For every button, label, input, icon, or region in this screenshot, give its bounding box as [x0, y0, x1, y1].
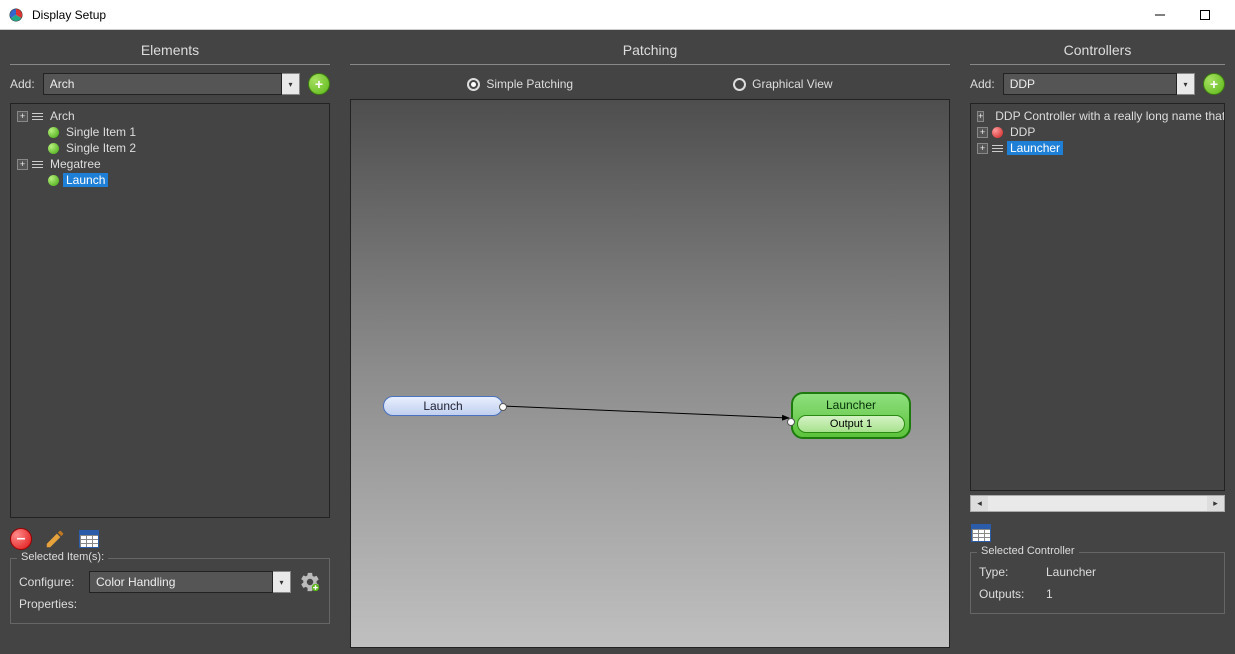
tree-expander-none [33, 143, 44, 154]
elements-panel: Elements Add: ▾ + + Arch Single Item 1 Sing… [0, 30, 340, 654]
lines-icon [32, 159, 43, 170]
tree-item[interactable]: Launch [15, 172, 325, 188]
patching-panel: Patching Simple Patching Graphical View … [340, 30, 960, 654]
tree-item-label: Launcher [1007, 141, 1063, 155]
configure-dropdown-arrow[interactable]: ▾ [273, 571, 291, 593]
configure-label: Configure: [19, 575, 81, 589]
patching-canvas[interactable]: Launch Launcher Output 1 [350, 99, 950, 648]
controllers-add-dropdown-arrow[interactable]: ▾ [1177, 73, 1195, 95]
lines-icon [32, 111, 43, 122]
patch-edge [351, 100, 949, 647]
tree-item[interactable]: Single Item 2 [15, 140, 325, 156]
input-port[interactable] [787, 418, 795, 426]
controllers-add-combo[interactable]: ▾ [1003, 73, 1195, 95]
elements-add-input[interactable] [43, 73, 282, 95]
configure-input[interactable] [89, 571, 273, 593]
controller-type-label: Type: [979, 565, 1034, 579]
tree-expander-none [33, 127, 44, 138]
red-bullet-icon [992, 127, 1003, 138]
green-bullet-icon [48, 143, 59, 154]
lines-icon [992, 143, 1003, 154]
green-bullet-icon [48, 175, 59, 186]
controllers-add-button[interactable]: + [1203, 73, 1225, 95]
node-launch[interactable]: Launch [383, 396, 503, 416]
controllers-tree[interactable]: + DDP Controller with a really long name … [970, 103, 1225, 491]
tree-item-label: Arch [47, 109, 78, 123]
controllers-add-label: Add: [970, 77, 995, 91]
tree-item[interactable]: Single Item 1 [15, 124, 325, 140]
controllers-panel: Controllers Add: ▾ + + DDP Controller wit… [960, 30, 1235, 654]
tree-item[interactable]: + Launcher [975, 140, 1220, 156]
radio-dot-icon [467, 78, 480, 91]
configure-gear-button[interactable] [299, 571, 321, 593]
rename-element-button[interactable] [44, 528, 66, 550]
elements-add-label: Add: [10, 77, 35, 91]
scroll-left-button[interactable]: ◂ [971, 496, 988, 511]
node-launcher-output[interactable]: Output 1 [797, 415, 905, 433]
title-bar: Display Setup [0, 0, 1235, 30]
elements-title: Elements [10, 36, 330, 65]
selected-controller-group: Selected Controller Type: Launcher Outpu… [970, 552, 1225, 614]
controllers-add-input[interactable] [1003, 73, 1177, 95]
controller-properties-grid-button[interactable] [970, 522, 992, 544]
controllers-title: Controllers [970, 36, 1225, 65]
selected-items-group: Selected Item(s): Configure: ▾ Propertie… [10, 558, 330, 624]
green-bullet-icon [48, 127, 59, 138]
tree-item-label: Single Item 2 [63, 141, 139, 155]
selected-items-group-title: Selected Item(s): [17, 551, 108, 563]
tree-item-label: DDP [1007, 125, 1038, 139]
grid-icon [79, 530, 99, 548]
radio-dot-icon [733, 78, 746, 91]
tree-item-label: DDP Controller with a really long name t… [992, 109, 1225, 123]
tree-item-label: Single Item 1 [63, 125, 139, 139]
controllers-tree-hscroll[interactable]: ◂ ▸ [970, 495, 1225, 512]
minimize-button[interactable] [1137, 0, 1182, 30]
output-port[interactable] [499, 403, 507, 411]
tree-item-label: Megatree [47, 157, 104, 171]
window-title: Display Setup [32, 8, 1137, 22]
graphical-view-label: Graphical View [752, 77, 832, 91]
node-launcher[interactable]: Launcher Output 1 [791, 392, 911, 439]
elements-add-button[interactable]: + [308, 73, 330, 95]
maximize-button[interactable] [1182, 0, 1227, 30]
tree-item-label: Launch [63, 173, 108, 187]
simple-patching-radio[interactable]: Simple Patching [467, 77, 573, 91]
tree-item[interactable]: +DDP Controller with a really long name … [975, 108, 1220, 124]
tree-expander[interactable]: + [977, 111, 984, 122]
elements-tree[interactable]: + Arch Single Item 1 Single Item 2 + Megatree… [10, 103, 330, 518]
elements-add-dropdown-arrow[interactable]: ▾ [282, 73, 300, 95]
configure-combo[interactable]: ▾ [89, 571, 291, 593]
delete-element-button[interactable]: – [10, 528, 32, 550]
node-launcher-label: Launcher [797, 398, 905, 412]
controller-type-value: Launcher [1046, 565, 1096, 579]
patching-title: Patching [350, 36, 950, 65]
properties-label: Properties: [19, 597, 81, 611]
tree-item[interactable]: + Arch [15, 108, 325, 124]
element-properties-grid-button[interactable] [78, 528, 100, 550]
tree-item[interactable]: + DDP [975, 124, 1220, 140]
node-launch-label: Launch [423, 399, 462, 413]
graphical-view-radio[interactable]: Graphical View [733, 77, 832, 91]
tree-expander-none [33, 175, 44, 186]
app-icon [8, 7, 24, 23]
selected-controller-group-title: Selected Controller [977, 545, 1079, 557]
scroll-right-button[interactable]: ▸ [1207, 496, 1224, 511]
simple-patching-label: Simple Patching [486, 77, 573, 91]
controller-outputs-label: Outputs: [979, 587, 1034, 601]
tree-expander[interactable]: + [977, 127, 988, 138]
grid-icon [971, 524, 991, 542]
tree-expander[interactable]: + [17, 111, 28, 122]
controller-outputs-value: 1 [1046, 587, 1053, 601]
tree-expander[interactable]: + [977, 143, 988, 154]
tree-expander[interactable]: + [17, 159, 28, 170]
elements-add-combo[interactable]: ▾ [43, 73, 300, 95]
tree-item[interactable]: + Megatree [15, 156, 325, 172]
